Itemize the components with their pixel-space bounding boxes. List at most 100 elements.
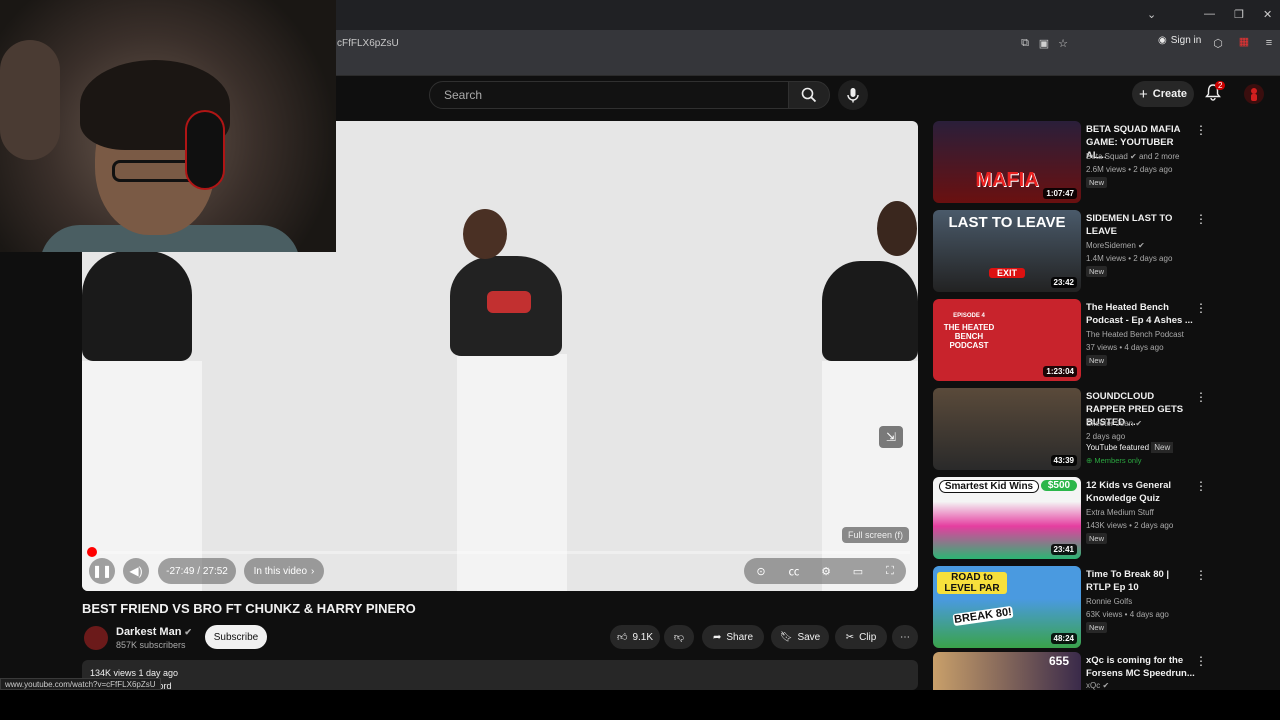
autoplay-toggle-icon[interactable]: ⊙ [753,564,769,578]
minimize-icon[interactable]: — [1204,8,1215,20]
pause-button[interactable]: ❚❚ [89,558,115,584]
in-this-video-label: In this video [253,565,308,577]
channel-name[interactable]: Darkest Man ✔ [116,626,192,638]
scene-head-center [463,209,507,259]
rec-channel[interactable]: Skeeter Jean ✔ [1086,419,1142,428]
chevron-down-icon[interactable]: ⌄ [1147,8,1156,21]
rec-title[interactable]: Time To Break 80 | RTLP Ep 10 [1086,568,1196,594]
extension-badge-icon[interactable]: ▦ [1237,34,1251,48]
settings-gear-icon[interactable]: ⚙ [818,564,834,578]
rec-thumbnail[interactable]: LAST TO LEAVE EXIT 23:42 [933,210,1081,292]
more-vertical-icon[interactable]: ⋮ [1195,479,1207,493]
recommendation-item[interactable]: 655 xQc is coming for the Forsens MC Spe… [933,652,1263,690]
miniplayer-icon: ⇲ [885,430,897,444]
rec-thumb-text: THE HEATED BENCH PODCAST [943,323,995,350]
search-icon [801,87,817,103]
like-button[interactable]: 👍︎ 9.1K [610,625,660,649]
more-actions-button[interactable]: ⋯ [892,625,918,649]
scene-shirt-logo [487,291,531,313]
rec-thumbnail[interactable]: 655 [933,652,1081,690]
search-box[interactable] [429,81,789,109]
recommendation-item[interactable]: ROAD to LEVEL PAR BREAK 80! 48:24 Time T… [933,566,1263,648]
rec-thumbnail[interactable]: Smartest Kid Wins $500 23:41 [933,477,1081,559]
cast-icon[interactable]: ▣ [1037,36,1051,50]
rec-thumbnail[interactable]: EPISODE 4 THE HEATED BENCH PODCAST 1:23:… [933,299,1081,381]
miniplayer-button[interactable]: ⇲ [879,426,903,448]
rec-channel[interactable]: MoreSidemen ✔ [1086,241,1145,250]
search-button[interactable] [788,81,830,109]
rec-duration: 23:41 [1050,544,1077,555]
rec-duration: 43:39 [1050,455,1077,466]
verified-icon: ✔ [1102,681,1110,690]
rec-channel[interactable]: The Heated Bench Podcast [1086,330,1184,339]
description-box[interactable]: 134K views 1 day ago word [82,660,918,691]
status-url-bar: www.youtube.com/watch?v=cFfFLX6pZsU [0,678,161,690]
rec-thumbnail[interactable]: ROAD to LEVEL PAR BREAK 80! 48:24 [933,566,1081,648]
rec-channel[interactable]: Ronnie Golfs [1086,597,1132,606]
share-button[interactable]: ➦ Share [702,625,764,649]
recommendation-item[interactable]: EPISODE 4 THE HEATED BENCH PODCAST 1:23:… [933,299,1263,381]
extensions-icon[interactable]: ⬡ [1211,36,1225,50]
url-text[interactable]: cFfFLX6pZsU [337,38,399,49]
more-vertical-icon[interactable]: ⋮ [1195,123,1207,137]
rec-title[interactable]: xQc is coming for the Forsens MC Speedru… [1086,654,1196,680]
progress-bar[interactable] [90,551,910,554]
rec-new-badge: New [1151,442,1174,453]
recommendation-item[interactable]: 43:39 SOUNDCLOUD RAPPER PRED GETS BUSTED… [933,388,1263,470]
plus-icon: + [1138,85,1148,103]
captions-icon[interactable]: ㏄ [786,564,802,578]
channel-avatar[interactable] [84,626,108,650]
webcam-overlay [0,0,336,252]
restore-icon[interactable]: ❐ [1234,8,1244,21]
close-icon[interactable]: ✕ [1263,8,1272,21]
fullscreen-icon[interactable]: ⛶ [882,564,898,578]
save-button[interactable]: 🔖︎ Save [771,625,829,649]
subscribe-button[interactable]: Subscribe [205,625,267,649]
recommendation-item[interactable]: MAFIA 1:07:47 BETA SQUAD MAFIA GAME: YOU… [933,121,1263,203]
verified-icon: ✔ [184,626,192,637]
progress-scrubber[interactable] [87,547,97,557]
rec-thumbnail[interactable]: 43:39 [933,388,1081,470]
in-this-video-button[interactable]: In this video › [244,558,324,584]
bookmark-icon: 🔖︎ [779,631,793,643]
more-vertical-icon[interactable]: ⋮ [1195,654,1207,668]
more-vertical-icon[interactable]: ⋮ [1195,568,1207,582]
account-avatar[interactable] [1244,84,1264,104]
create-label: Create [1152,88,1187,100]
rec-title[interactable]: SIDEMEN LAST TO LEAVE [1086,212,1196,238]
rec-thumbnail[interactable]: MAFIA 1:07:47 [933,121,1081,203]
rec-channel-name: xQc [1086,681,1101,690]
scene-pillar-center [457,354,567,591]
rec-duration: 1:23:04 [1043,366,1077,377]
rec-thumb-text: ROAD to LEVEL PAR [937,572,1007,594]
recommendation-item[interactable]: LAST TO LEAVE EXIT 23:42 SIDEMEN LAST TO… [933,210,1263,292]
create-button[interactable]: + Create [1132,81,1194,107]
rec-title[interactable]: 12 Kids vs General Knowledge Quiz [1086,479,1196,505]
rec-channel[interactable]: Beta Squad ✔ and 2 more [1086,152,1179,161]
voice-search-button[interactable] [838,80,868,110]
notifications-button[interactable]: 2 [1204,81,1226,105]
more-vertical-icon[interactable]: ⋮ [1195,301,1207,315]
rec-views: 2 days ago [1086,432,1126,441]
search-input[interactable] [430,82,770,108]
rec-featured-label: YouTube featured [1086,443,1150,452]
rec-new-badge: New [1086,177,1108,188]
install-icon[interactable]: ⧉ [1018,36,1032,50]
recommendation-item[interactable]: Smartest Kid Wins $500 23:41 12 Kids vs … [933,477,1263,559]
more-vertical-icon[interactable]: ⋮ [1195,212,1207,226]
rec-title[interactable]: The Heated Bench Podcast - Ep 4 Ashes ..… [1086,301,1196,327]
rec-channel[interactable]: Extra Medium Stuff [1086,508,1154,517]
clip-button[interactable]: ✂ Clip [835,625,887,649]
menu-icon[interactable]: ≡ [1262,36,1276,50]
avatar-icon [1251,88,1257,101]
rec-views: 63K views • 4 days ago [1086,610,1169,619]
save-label: Save [797,631,821,643]
rec-channel[interactable]: xQc ✔ [1086,681,1109,690]
theater-mode-icon[interactable]: ▭ [850,564,866,578]
dislike-button[interactable]: 👎︎ [664,625,694,649]
sign-in-button[interactable]: ◉ Sign in [1158,35,1201,46]
mic-icon [847,88,859,103]
volume-button[interactable]: ◀) [123,558,149,584]
more-vertical-icon[interactable]: ⋮ [1195,390,1207,404]
star-icon[interactable]: ☆ [1056,36,1070,50]
